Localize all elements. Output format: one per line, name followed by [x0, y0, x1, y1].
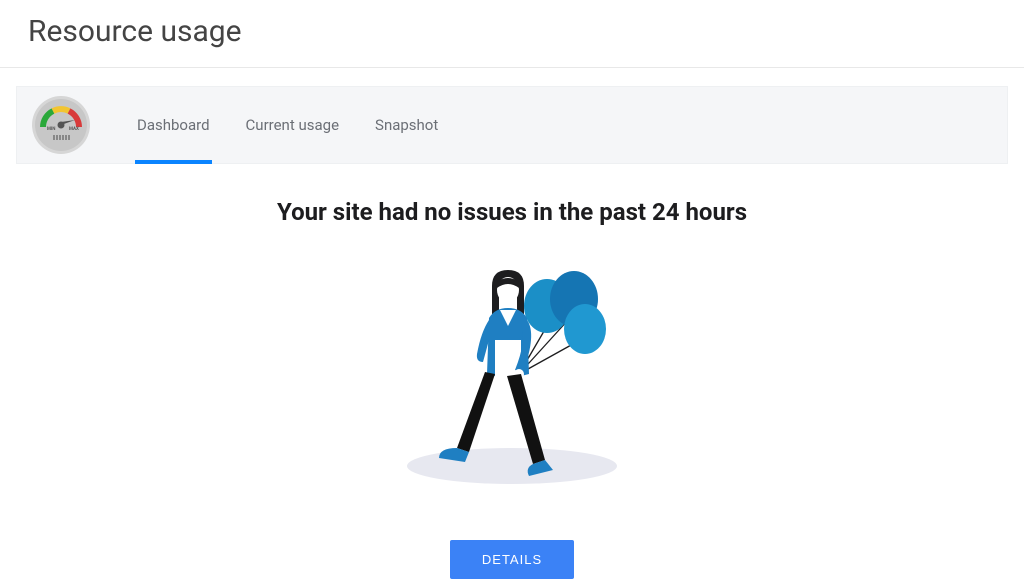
tab-label: Snapshot: [375, 116, 438, 134]
tabs: Dashboard Current usage Snapshot: [137, 87, 438, 163]
tab-snapshot[interactable]: Snapshot: [375, 87, 438, 163]
tab-dashboard[interactable]: Dashboard: [137, 87, 210, 163]
tab-label: Current usage: [246, 116, 339, 134]
svg-text:MIN: MIN: [47, 126, 55, 132]
details-button[interactable]: DETAILS: [450, 540, 574, 579]
gauge-icon: MIN MAX: [31, 95, 91, 155]
tab-current-usage[interactable]: Current usage: [246, 87, 339, 163]
page-title: Resource usage: [28, 14, 996, 49]
tab-bar: MIN MAX Dashboard Current usage Snapshot: [16, 86, 1008, 164]
tab-label: Dashboard: [137, 116, 210, 134]
illustration-no-issues: [377, 244, 647, 498]
main-content: Your site had no issues in the past 24 h…: [0, 164, 1024, 579]
svg-text:MAX: MAX: [69, 126, 79, 132]
status-heading: Your site had no issues in the past 24 h…: [0, 198, 1024, 226]
page-header: Resource usage: [0, 0, 1024, 68]
